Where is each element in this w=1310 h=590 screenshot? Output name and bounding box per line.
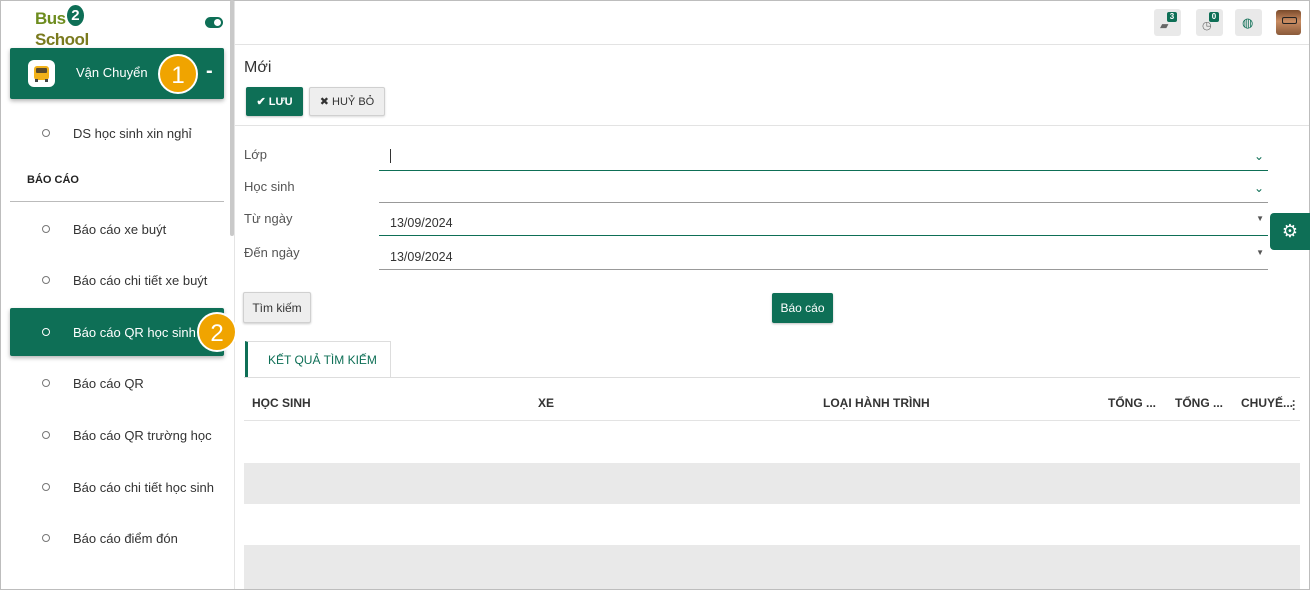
circle-icon (42, 534, 50, 542)
from-date-value: 13/09/2024 (390, 216, 453, 230)
annotation-badge-2: 2 (197, 312, 237, 352)
chevron-down-icon[interactable]: ⌄ (1254, 181, 1264, 195)
search-button[interactable]: Tìm kiếm (243, 292, 311, 323)
from-date-field[interactable]: 13/09/2024 ▼ (379, 208, 1268, 236)
sidebar-item-bao-cao-qr-truong-hoc[interactable]: Báo cáo QR trường học (10, 411, 224, 459)
sidebar-scrollbar[interactable] (230, 0, 234, 236)
collapse-icon[interactable]: - (206, 60, 213, 83)
student-select[interactable]: ⌄ (379, 175, 1268, 203)
gear-icon: ⚙ (1281, 221, 1299, 241)
sidebar-item-label: Báo cáo QR trường học (73, 428, 212, 443)
circle-icon (42, 129, 50, 137)
sidebar-item-label: DS học sinh xin nghỉ (73, 126, 192, 141)
circle-icon (42, 225, 50, 233)
sidebar-item-bao-cao-chi-tiet-xe-buyt[interactable]: Báo cáo chi tiết xe buýt (10, 256, 224, 304)
sidebar-item-bao-cao-chi-tiet-hoc-sinh[interactable]: Báo cáo chi tiết học sinh (10, 463, 224, 511)
avatar[interactable] (1276, 10, 1301, 35)
section-title-bao-cao: BÁO CÁO (27, 174, 79, 186)
circle-icon (42, 379, 50, 387)
field-label-den-ngay: Đến ngày (244, 245, 300, 260)
circle-icon (42, 276, 50, 284)
logo-text-bus: Bus (35, 9, 66, 28)
column-header-tong-2[interactable]: TỔNG ... (1175, 396, 1223, 410)
globe-icon: ◍ (1242, 15, 1254, 30)
cancel-label: HUỶ BỎ (332, 96, 375, 108)
field-label-tu-ngay: Từ ngày (244, 211, 293, 226)
section-divider (10, 201, 224, 202)
column-header-xe[interactable]: XE (538, 396, 554, 410)
module-label: Vận Chuyển (76, 65, 148, 80)
sidebar-item-label: Báo cáo điểm đón (73, 531, 178, 546)
sidebar-item-label: Báo cáo QR học sinh (73, 325, 196, 340)
settings-gear-button[interactable]: ⚙ (1270, 213, 1310, 250)
caret-down-icon[interactable]: ▼ (1256, 214, 1264, 223)
sidebar-item-label: Báo cáo chi tiết học sinh (73, 480, 214, 495)
messages-button[interactable]: ▰ 3 (1154, 9, 1181, 36)
table-row[interactable] (244, 545, 1300, 589)
sidebar-item-bao-cao-qr-hoc-sinh[interactable]: Báo cáo QR học sinh (10, 308, 224, 356)
text-cursor (390, 149, 391, 163)
column-header-hoc-sinh[interactable]: HỌC SINH (252, 396, 311, 410)
column-header-loai-hanh-trinh[interactable]: LOẠI HÀNH TRÌNH (823, 396, 930, 410)
save-label: LƯU (268, 96, 293, 108)
sidebar-item-label: Báo cáo chi tiết xe buýt (73, 273, 208, 288)
column-menu-icon[interactable]: · · · (1292, 395, 1296, 415)
chevron-down-icon[interactable]: ⌄ (1254, 149, 1264, 163)
activity-count: 0 (1209, 12, 1219, 22)
field-label-lop: Lớp (244, 147, 267, 162)
sidebar-item-bao-cao-xe-buyt[interactable]: Báo cáo xe buýt (10, 205, 224, 253)
sidebar-toggle[interactable] (205, 17, 223, 28)
tab-divider (244, 377, 1300, 378)
save-button[interactable]: ✔ LƯU (246, 87, 303, 116)
tab-search-results[interactable]: KẾT QUẢ TÌM KIẾM (245, 341, 391, 378)
page-title: Mới (244, 59, 272, 76)
sidebar-item-label: Báo cáo QR (73, 376, 144, 391)
circle-icon (42, 483, 50, 491)
table-header-divider (244, 420, 1300, 421)
sidebar-item-bao-cao-qr[interactable]: Báo cáo QR (10, 359, 224, 407)
tab-label: KẾT QUẢ TÌM KIẾM (268, 353, 377, 367)
annotation-badge-1: 1 (158, 54, 198, 94)
sidebar-item-ds-hoc-sinh-xin-nghi[interactable]: DS học sinh xin nghỉ (10, 109, 224, 157)
field-label-hoc-sinh: Học sinh (244, 179, 295, 194)
language-button[interactable]: ◍ (1235, 9, 1262, 36)
logo-text-2: 2 (66, 5, 84, 26)
bus-icon (28, 60, 55, 87)
sidebar-item-label: Báo cáo xe buýt (73, 222, 167, 237)
app-logo[interactable]: Bus 2 School (35, 5, 135, 49)
table-row[interactable] (244, 463, 1300, 504)
sidebar-scroll-track (234, 1, 235, 589)
to-date-field[interactable]: 13/09/2024 ▼ (379, 242, 1268, 270)
circle-icon (42, 328, 50, 336)
sidebar-item-bao-cao-diem-don[interactable]: Báo cáo điểm đón (10, 514, 224, 562)
circle-icon (42, 431, 50, 439)
logo-text-school: School (35, 30, 89, 49)
column-header-chuyen[interactable]: CHUYẾ... (1241, 396, 1293, 410)
column-header-tong-1[interactable]: TỔNG ... (1108, 396, 1156, 410)
activity-button[interactable]: ◷ 0 (1196, 9, 1223, 36)
to-date-value: 13/09/2024 (390, 250, 453, 264)
cancel-button[interactable]: ✖ HUỶ BỎ (309, 87, 385, 116)
close-icon: ✖ (319, 96, 333, 108)
header-divider (235, 125, 1309, 126)
top-bar: ▰ 3 ◷ 0 ◍ (235, 1, 1309, 45)
caret-down-icon[interactable]: ▼ (1256, 248, 1264, 257)
class-select[interactable]: ⌄ (379, 143, 1268, 171)
check-icon: ✔ (256, 96, 269, 108)
messages-count: 3 (1167, 12, 1177, 22)
report-button[interactable]: Báo cáo (772, 293, 833, 323)
